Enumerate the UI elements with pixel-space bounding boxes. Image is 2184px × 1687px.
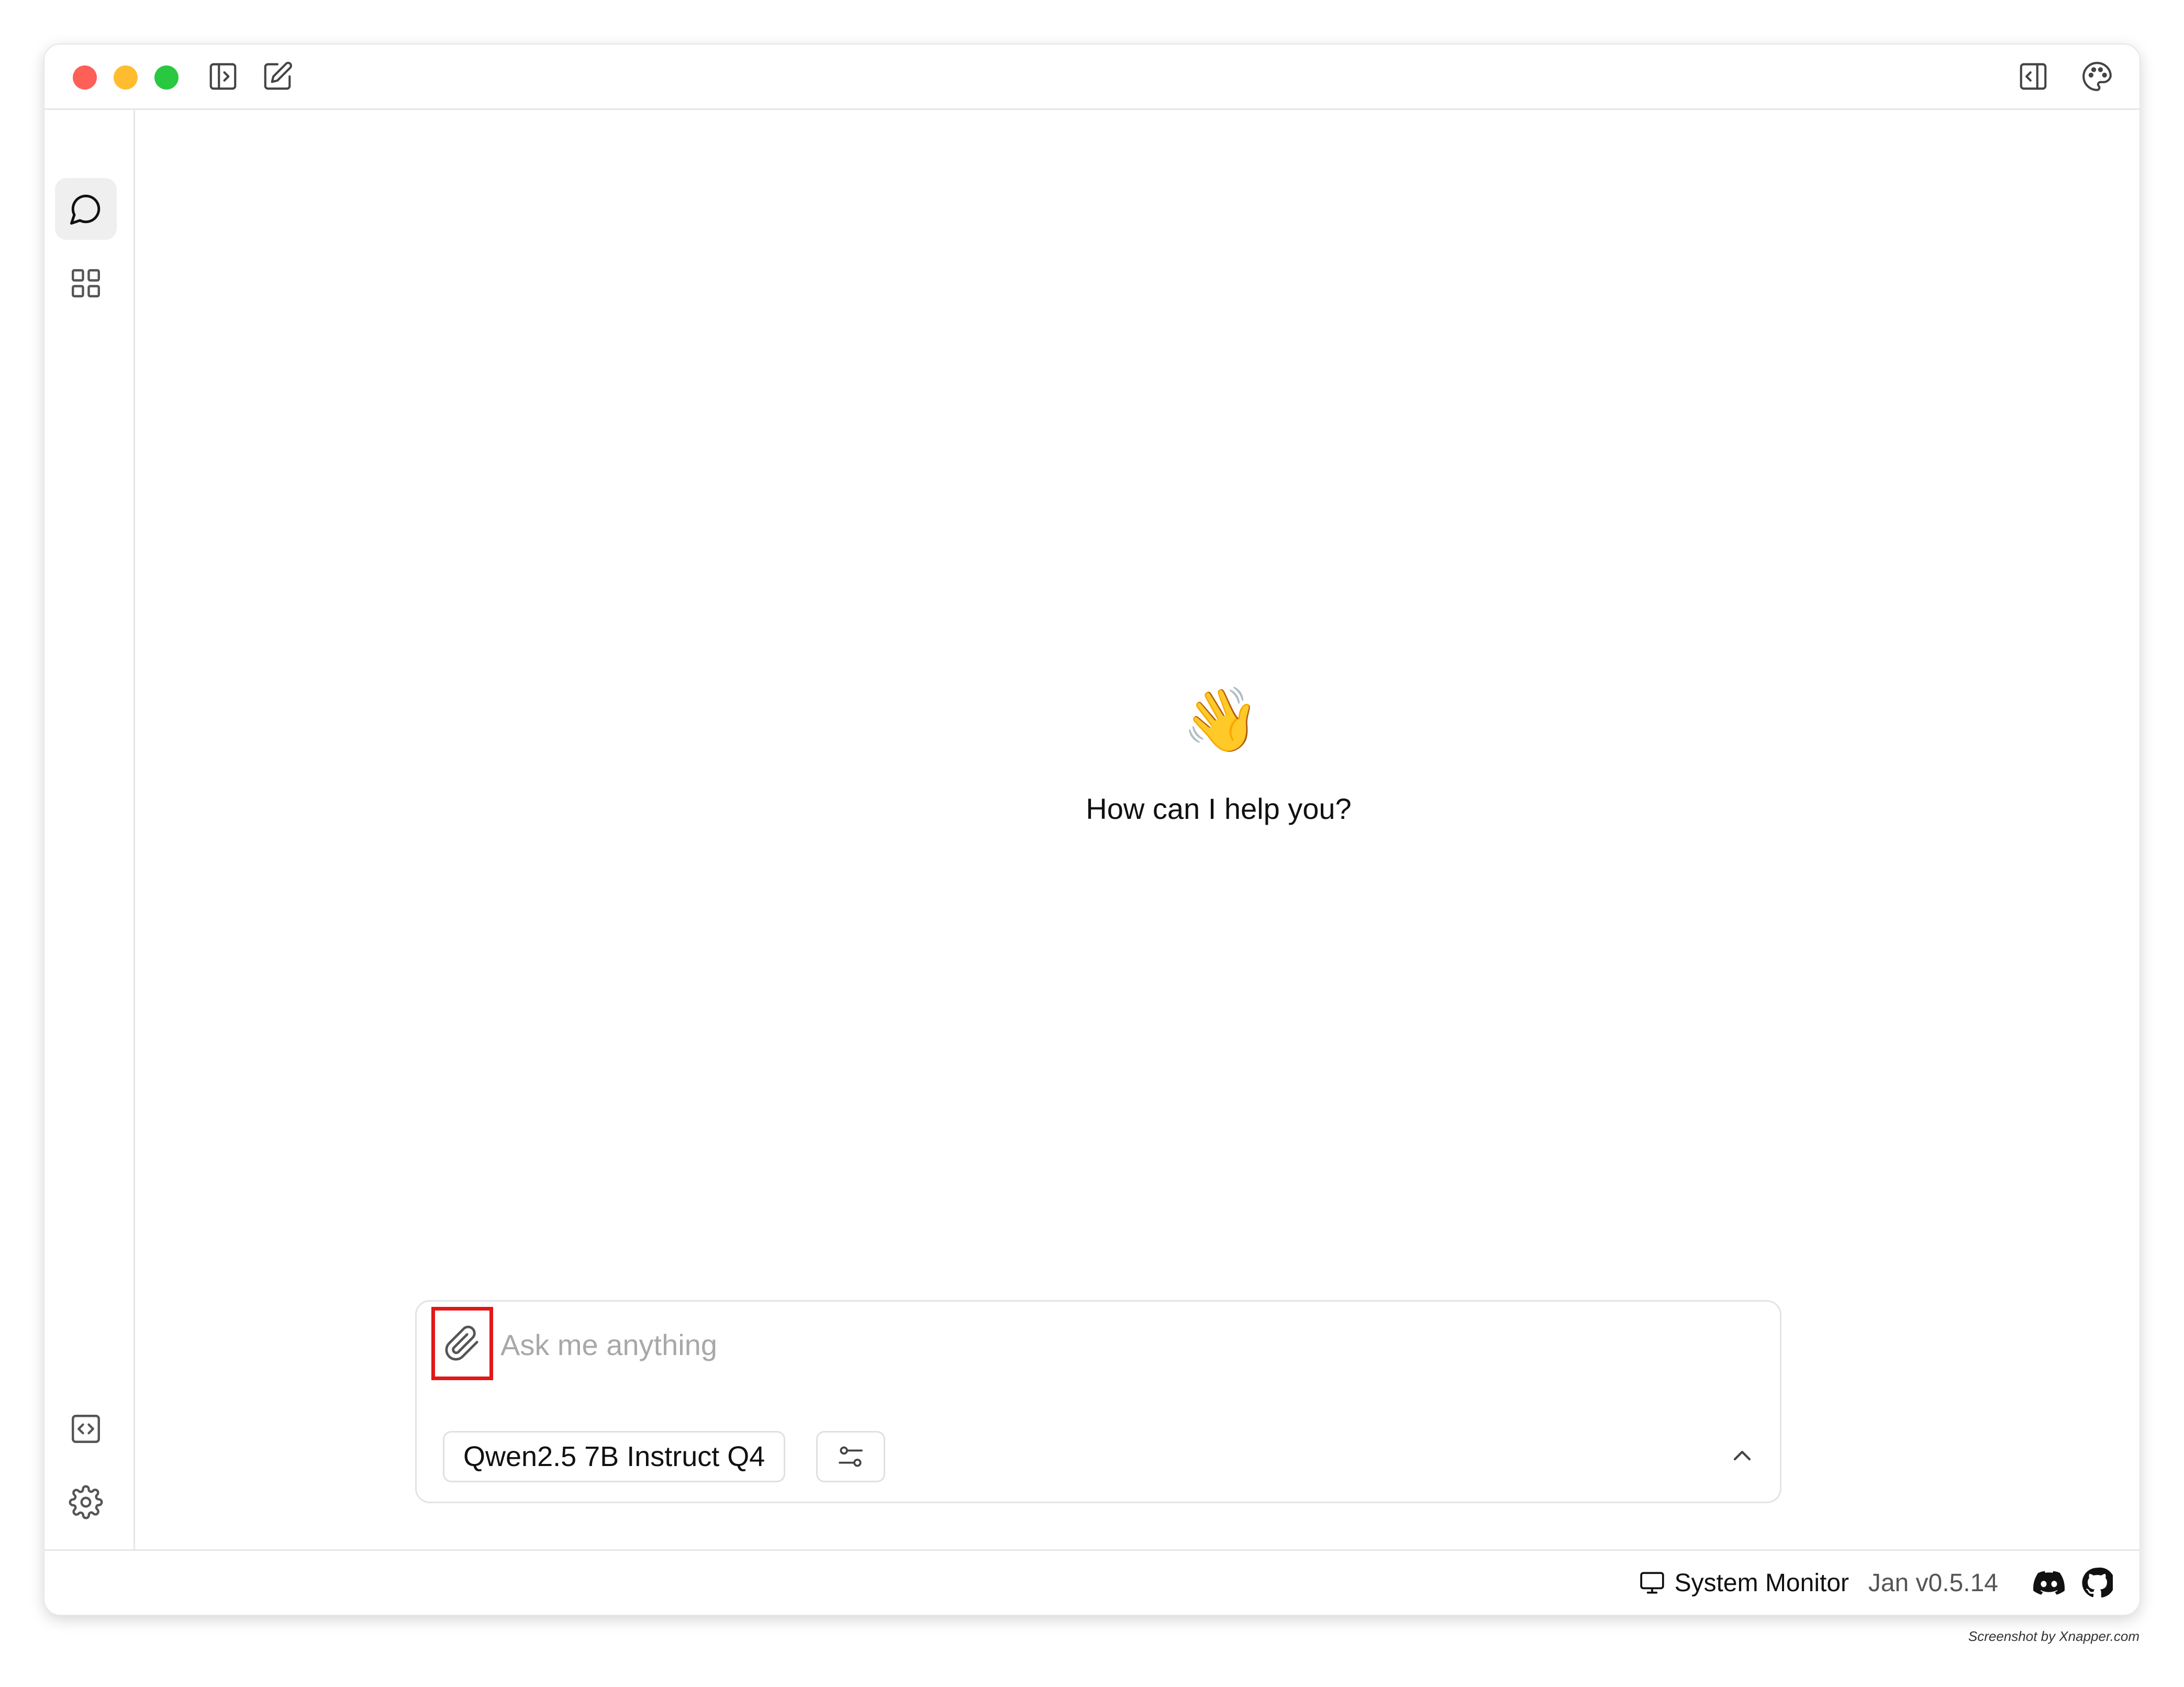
- sidebar-toggle-icon: [209, 63, 237, 90]
- new-thread-button[interactable]: [261, 60, 294, 93]
- discord-link[interactable]: [2032, 1566, 2066, 1600]
- code-icon: [72, 1415, 100, 1443]
- system-monitor-label: System Monitor: [1674, 1569, 1849, 1597]
- toggle-sidebar-button[interactable]: [207, 60, 239, 93]
- monitor-icon: [1640, 1572, 1664, 1594]
- watermark: Screenshot by Xnapper.com: [1968, 1628, 2140, 1644]
- close-window-button[interactable]: [73, 65, 97, 90]
- toggle-right-panel-button[interactable]: [2017, 60, 2049, 93]
- github-link[interactable]: [2080, 1566, 2114, 1600]
- model-selector-button[interactable]: Qwen2.5 7B Instruct Q4: [443, 1431, 786, 1482]
- new-thread-icon: [264, 62, 292, 90]
- chat-bubble-icon: [70, 194, 101, 225]
- chat-input[interactable]: [499, 1320, 1747, 1369]
- app-window: 👋 How can I help you? Qwen2.5 7B Instruc…: [44, 45, 2140, 1615]
- palette-icon: [2082, 62, 2112, 91]
- discord-icon: [2033, 1571, 2065, 1595]
- rail-item-settings[interactable]: [55, 1471, 117, 1533]
- sliders-icon: [839, 1446, 863, 1467]
- rail-item-local-api-server[interactable]: [55, 1398, 117, 1460]
- github-icon: [2082, 1567, 2113, 1598]
- status-bar: System Monitor Jan v0.5.14: [44, 1549, 2140, 1615]
- app-version: Jan v0.5.14: [1868, 1569, 1998, 1597]
- system-monitor-button[interactable]: System Monitor: [1639, 1566, 1849, 1600]
- chevron-up-icon: [1733, 1450, 1751, 1461]
- maximize-window-button[interactable]: [154, 65, 179, 90]
- rail-item-threads[interactable]: [55, 178, 117, 240]
- title-bar: [44, 45, 2140, 110]
- minimize-window-button[interactable]: [114, 65, 138, 90]
- left-rail: [44, 110, 135, 1549]
- model-selector-label: Qwen2.5 7B Instruct Q4: [463, 1441, 765, 1472]
- right-panel-toggle-icon: [2020, 63, 2047, 90]
- gear-icon: [69, 1485, 103, 1519]
- rail-item-hub[interactable]: [55, 252, 117, 314]
- expand-toolbar-button[interactable]: [1725, 1439, 1759, 1472]
- greeting-text: How can I help you?: [1086, 792, 1352, 825]
- paperclip-icon: [445, 1325, 478, 1361]
- attach-file-button[interactable]: [431, 1307, 493, 1380]
- waving-hand-emoji: 👋: [1182, 685, 1261, 755]
- grid-icon: [72, 269, 100, 297]
- model-settings-button[interactable]: [816, 1431, 885, 1482]
- chat-composer: Qwen2.5 7B Instruct Q4: [415, 1300, 1781, 1503]
- theme-button[interactable]: [2081, 60, 2113, 93]
